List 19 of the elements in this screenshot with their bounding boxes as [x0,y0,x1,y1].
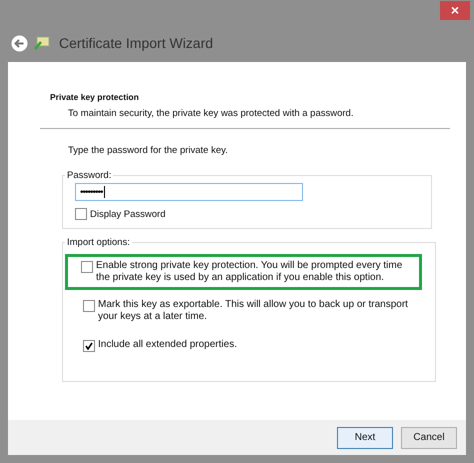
checkbox[interactable] [83,300,95,312]
checkbox-label: Include all extended properties. [98,339,237,352]
dialog-button[interactable]: Cancel [401,426,457,448]
checkbox[interactable] [75,208,87,220]
instruction-text: Type the password for the private key. [67,145,229,156]
page-subtitle: To maintain security, the private key was protected with a password. [67,108,354,119]
checkbox-label: Mark this key as exportable. This will allow you to back up or transport your keys at a later time. [98,299,409,323]
close-button[interactable]: × [440,1,470,20]
checkbox[interactable] [81,261,93,273]
group-label: Import options: [66,237,131,248]
window-title: Certificate Import Wizard [59,35,214,51]
checkbox[interactable] [83,340,95,352]
password-field[interactable]: ••••••••• [75,183,303,201]
checkbox-label: Enable strong private key protection. You will be prompted every time the private key is used by an application if you enable this option. [96,260,404,284]
group-label: Password: [66,170,112,181]
dialog-button[interactable]: Next [337,426,393,448]
checkbox-label: Display Password [90,208,166,220]
page-heading: Private key protection [50,92,140,102]
certificate-icon [34,36,50,50]
